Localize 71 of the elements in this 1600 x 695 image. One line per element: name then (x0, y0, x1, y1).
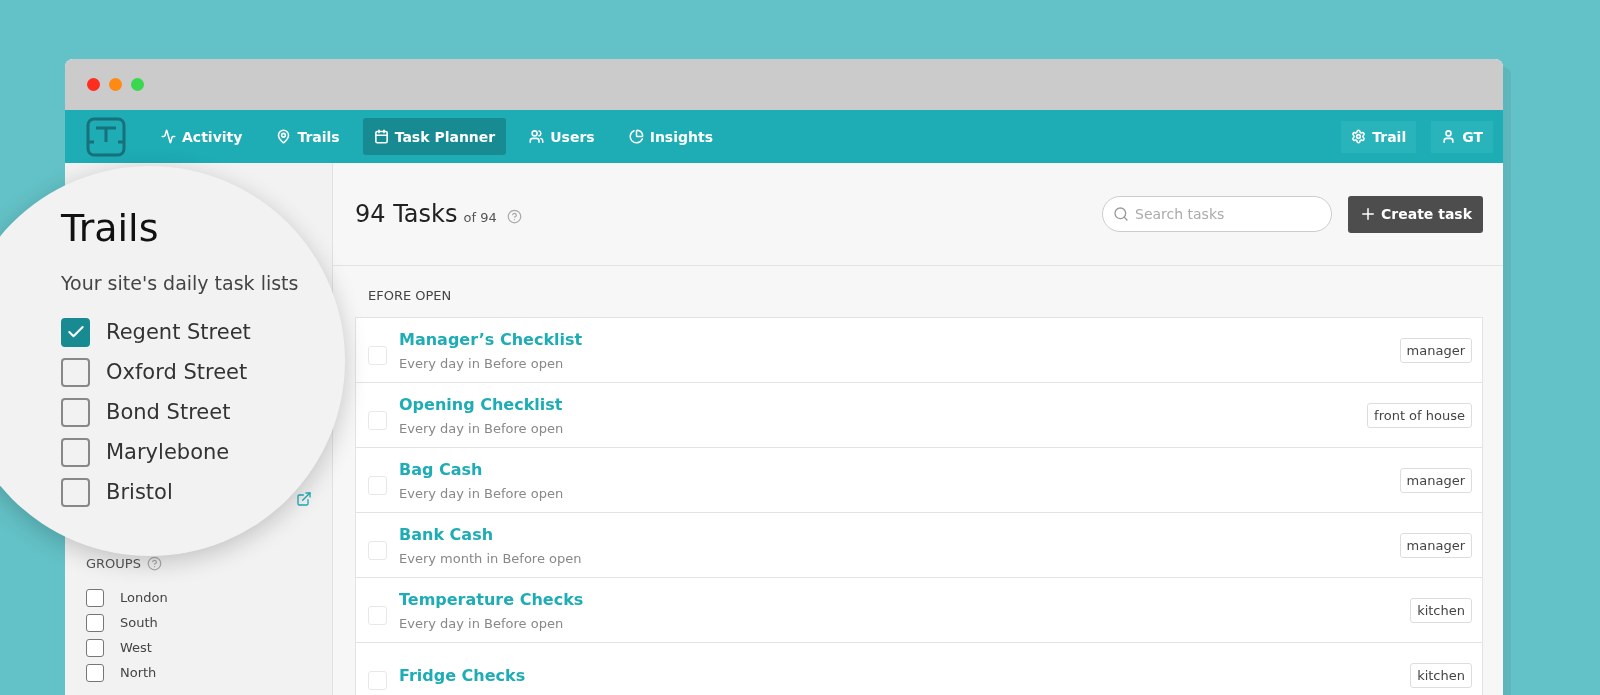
site-checkbox[interactable] (61, 317, 90, 347)
help-icon[interactable] (506, 208, 522, 224)
task-row[interactable]: Bank Cash Every month in Before open manager (356, 513, 1482, 578)
site-checkbox[interactable] (61, 397, 90, 427)
settings-menu[interactable]: Trail (1341, 120, 1417, 153)
site-name: Oxford Street (106, 360, 248, 384)
task-row[interactable]: Fridge Checks kitchen (356, 643, 1482, 695)
site-name: Bond Street (106, 400, 231, 424)
task-schedule: Every day in Before open (399, 485, 565, 501)
task-count: 94 Tasks (355, 200, 458, 228)
group-name: London (120, 590, 168, 605)
task-tag: manager (1399, 337, 1472, 363)
nav-tab[interactable]: Activity (150, 118, 254, 155)
task-title[interactable]: Fridge Checks (399, 665, 1411, 685)
sidebar-subtitle: Your site's daily task lists (61, 272, 299, 294)
user-icon (1441, 129, 1457, 144)
task-row[interactable]: Bag Cash Every day in Before open manager (356, 448, 1482, 513)
group-checkbox[interactable] (86, 588, 104, 607)
nav-tab[interactable]: Users (518, 118, 606, 155)
plus-icon (1359, 205, 1377, 223)
site-name: Bristol (106, 480, 173, 504)
task-tag: front of house (1367, 402, 1472, 428)
site-name: Marylebone (106, 440, 230, 464)
window-control-dot[interactable] (109, 78, 122, 91)
task-total: of 94 (463, 209, 497, 225)
group-name: North (120, 665, 157, 680)
task-row[interactable]: Temperature Checks Every day in Before open kitchen (356, 578, 1482, 643)
section-heading: EFORE OPEN (367, 287, 453, 305)
nav-icon (276, 129, 292, 144)
user-menu[interactable]: GT (1431, 120, 1493, 153)
task-title[interactable]: Bank Cash (399, 524, 1400, 544)
site-checkbox[interactable] (61, 437, 90, 467)
nav-tab[interactable]: Insights (617, 118, 724, 155)
sidebar-title: Trails (61, 206, 159, 250)
site-checkbox[interactable] (61, 477, 90, 507)
task-schedule: Every day in Before open (399, 615, 565, 631)
group-name: West (120, 640, 152, 655)
task-schedule: Every day in Before open (399, 420, 565, 436)
logo-icon[interactable] (86, 116, 126, 157)
nav-icon (373, 129, 389, 144)
group-checkbox[interactable] (86, 638, 104, 657)
task-tag: manager (1399, 467, 1472, 493)
task-schedule: Every month in Before open (399, 550, 583, 566)
window-control-dot[interactable] (131, 78, 144, 91)
nav-tab[interactable]: Trails (265, 118, 351, 155)
site-name: Regent Street (106, 320, 251, 344)
help-icon[interactable] (146, 556, 162, 571)
create-task-button[interactable]: Create task (1348, 195, 1483, 233)
nav-icon (529, 129, 545, 144)
task-schedule: Every day in Before open (399, 355, 565, 371)
group-checkbox[interactable] (86, 663, 104, 682)
task-title[interactable]: Temperature Checks (399, 589, 1411, 609)
task-tag: kitchen (1410, 597, 1472, 623)
task-tag: kitchen (1410, 662, 1472, 688)
task-row[interactable]: Manager’s Checklist Every day in Before open manager (356, 318, 1482, 383)
nav-tab[interactable]: Task Planner (362, 118, 507, 155)
task-title[interactable]: Bag Cash (399, 459, 1400, 479)
site-checkbox[interactable] (61, 357, 90, 387)
task-tag: manager (1399, 532, 1472, 558)
nav-icon (161, 129, 176, 144)
external-link-icon[interactable] (296, 491, 312, 507)
nav-icon (628, 129, 644, 144)
group-checkbox[interactable] (86, 613, 104, 632)
task-title[interactable]: Manager’s Checklist (399, 329, 1400, 349)
group-name: South (120, 615, 158, 630)
groups-label: GROUPS (86, 556, 141, 571)
settings-icon (1351, 129, 1367, 144)
search-field[interactable]: Search tasks (1102, 196, 1332, 232)
window-control-dot[interactable] (87, 78, 100, 91)
task-title[interactable]: Opening Checklist (399, 394, 1368, 414)
task-row[interactable]: Opening Checklist Every day in Before open front of house (356, 383, 1482, 448)
